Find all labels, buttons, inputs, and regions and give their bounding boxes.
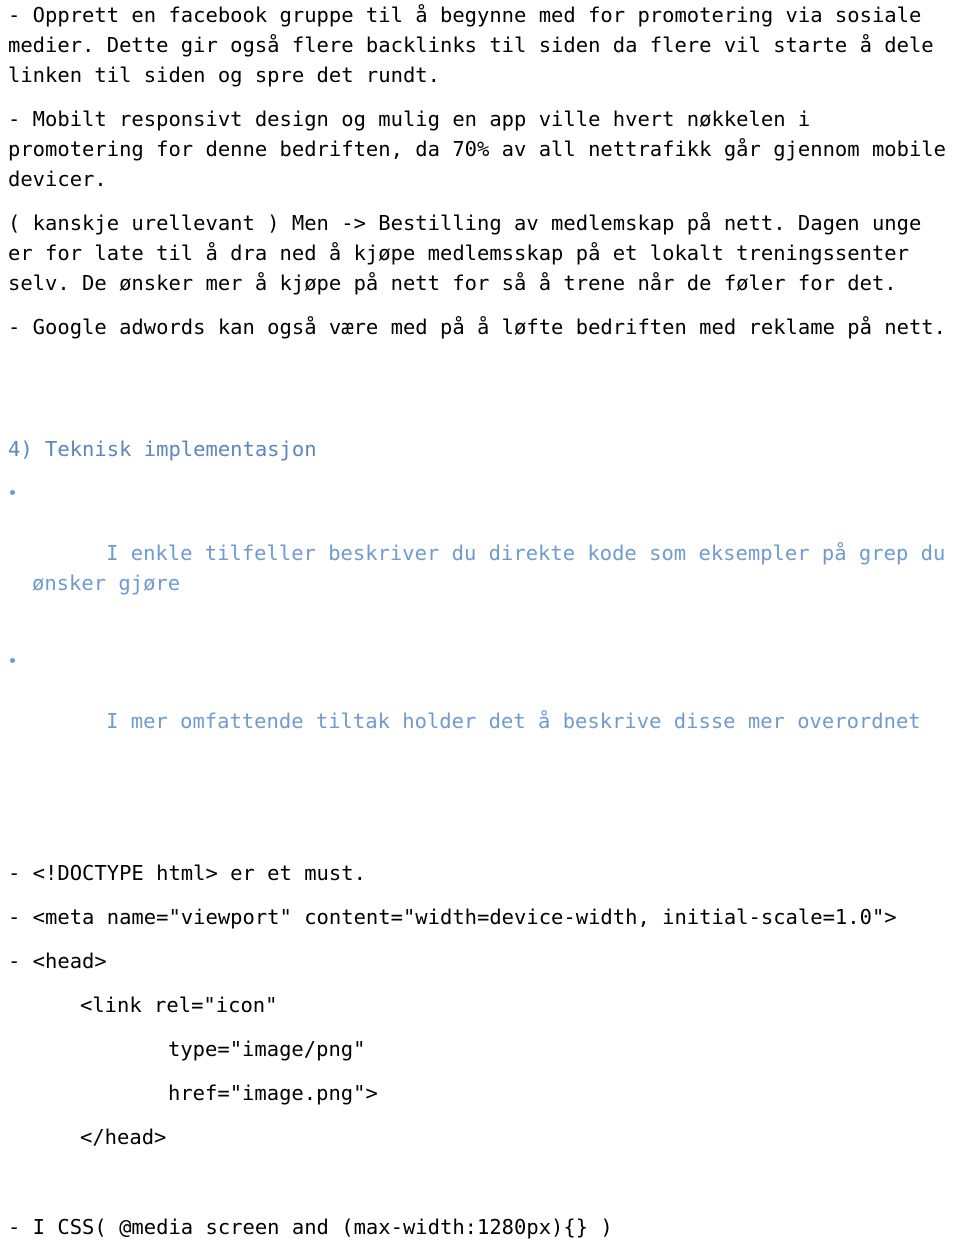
code-line: - <meta name="viewport" content="width=d… bbox=[8, 905, 897, 929]
paragraph-block-1: - Opprett en facebook gruppe til å begyn… bbox=[0, 0, 960, 90]
code-line: <link rel="icon" bbox=[80, 993, 278, 1017]
list-item-label: I mer omfattende tiltak holder det å bes… bbox=[106, 709, 921, 733]
paragraph: - Mobilt responsivt design og mulig en a… bbox=[8, 107, 959, 191]
paragraph-block-2: - Mobilt responsivt design og mulig en a… bbox=[0, 104, 960, 194]
list-item: I mer omfattende tiltak holder det å bes… bbox=[0, 646, 960, 766]
paragraph: - Opprett en facebook gruppe til å begyn… bbox=[8, 3, 946, 87]
code-line: - <!DOCTYPE html> er et must. bbox=[8, 861, 366, 885]
page-section-heading: 4) Teknisk implementasjon bbox=[8, 437, 317, 461]
section-heading-block: 4) Teknisk implementasjon bbox=[0, 434, 960, 464]
document-page: - Opprett en facebook gruppe til å begyn… bbox=[0, 0, 960, 1242]
list-item: I enkle tilfeller beskriver du direkte k… bbox=[0, 478, 960, 628]
paragraph: ( kanskje urellevant ) Men -> Bestilling… bbox=[8, 211, 934, 295]
code-line: type="image/png" bbox=[168, 1037, 366, 1061]
code-line: - I CSS( @media screen and (max-width:12… bbox=[8, 1215, 613, 1239]
list-item-label: I enkle tilfeller beskriver du direkte k… bbox=[32, 541, 958, 595]
bullet-dot-icon bbox=[10, 490, 15, 495]
code-line: href="image.png"> bbox=[168, 1081, 378, 1105]
bullet-dot-icon bbox=[10, 658, 15, 663]
code-block: - <!DOCTYPE html> er et must. - <meta na… bbox=[0, 858, 960, 1242]
paragraph: - Google adwords kan også være med på å … bbox=[8, 315, 946, 339]
paragraph-block-3: ( kanskje urellevant ) Men -> Bestilling… bbox=[0, 208, 960, 298]
code-line: - <head> bbox=[8, 949, 107, 973]
bullet-list: I enkle tilfeller beskriver du direkte k… bbox=[0, 478, 960, 766]
code-line: </head> bbox=[80, 1125, 167, 1149]
paragraph-block-4: - Google adwords kan også være med på å … bbox=[0, 312, 960, 342]
